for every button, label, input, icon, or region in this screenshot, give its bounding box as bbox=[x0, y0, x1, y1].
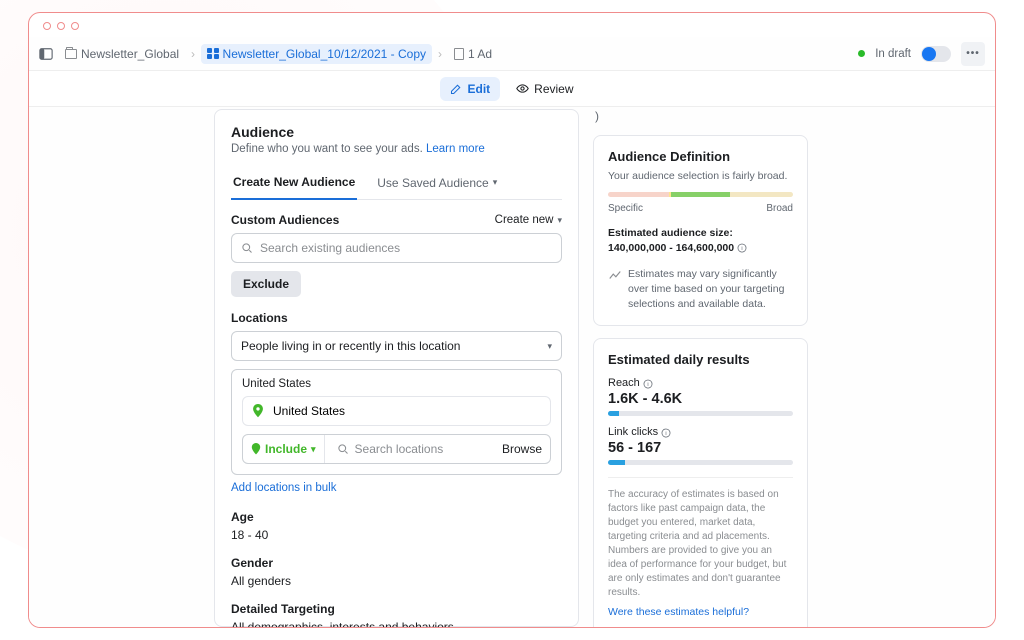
audience-subtitle: Define who you want to see your ads. Lea… bbox=[231, 143, 562, 155]
chevron-down-icon: ▾ bbox=[493, 177, 498, 188]
more-menu-button[interactable]: ••• bbox=[961, 42, 985, 66]
edit-mode-button[interactable]: Edit bbox=[440, 77, 500, 101]
age-value: 18 - 40 bbox=[231, 528, 562, 542]
scale-broad: Broad bbox=[766, 203, 793, 214]
tab-create-new-audience[interactable]: Create New Audience bbox=[231, 169, 357, 200]
breadcrumb-ad[interactable]: 1 Ad bbox=[448, 44, 498, 64]
map-pin-icon bbox=[251, 443, 261, 455]
results-title: Estimated daily results bbox=[608, 352, 793, 367]
app-window: Newsletter_Global › Newsletter_Global_10… bbox=[28, 12, 996, 628]
info-icon[interactable]: i bbox=[737, 243, 747, 253]
reach-label: Reach bbox=[608, 377, 640, 389]
size-value: 140,000,000 - 164,600,000 bbox=[608, 242, 734, 254]
info-icon[interactable]: i bbox=[661, 428, 671, 438]
custom-audiences-label: Custom Audiences bbox=[231, 213, 339, 227]
breadcrumb-adset[interactable]: Newsletter_Global_10/12/2021 - Copy bbox=[201, 44, 432, 64]
window-controls bbox=[29, 13, 995, 37]
create-new-audience-button[interactable]: Create new▾ bbox=[495, 214, 562, 226]
publish-toggle[interactable] bbox=[921, 46, 951, 62]
detailed-targeting-label: Detailed Targeting bbox=[231, 602, 562, 616]
panel-toggle-icon[interactable] bbox=[39, 47, 53, 61]
chevron-down-icon: ▾ bbox=[557, 215, 562, 226]
breadcrumb-campaign-label: Newsletter_Global bbox=[81, 47, 179, 61]
audience-card: Audience Define who you want to see your… bbox=[214, 109, 579, 627]
location-chip-label: United States bbox=[273, 404, 345, 418]
include-dropdown[interactable]: Include ▾ bbox=[243, 435, 325, 463]
trend-icon bbox=[608, 268, 622, 282]
svg-text:i: i bbox=[666, 430, 667, 436]
reach-value: 1.6K - 4.6K bbox=[608, 391, 793, 407]
learn-more-link[interactable]: Learn more bbox=[426, 143, 485, 155]
pencil-icon bbox=[450, 83, 462, 95]
location-search-input[interactable]: Search locations bbox=[333, 435, 494, 463]
audience-title: Audience bbox=[231, 124, 562, 140]
location-search-row: Include ▾ Search locations Browse bbox=[242, 434, 551, 464]
chevron-right-icon: › bbox=[191, 47, 195, 61]
location-type-value: People living in or recently in this loc… bbox=[241, 339, 460, 353]
browse-locations-button[interactable]: Browse bbox=[502, 442, 542, 456]
age-label: Age bbox=[231, 510, 562, 524]
status-indicator-icon bbox=[858, 50, 865, 57]
definition-title: Audience Definition bbox=[608, 149, 793, 164]
location-chip-united-states[interactable]: United States bbox=[242, 396, 551, 426]
map-pin-icon bbox=[251, 404, 265, 418]
definition-note: Estimates may vary significantly over ti… bbox=[628, 267, 793, 311]
eye-icon bbox=[516, 82, 529, 95]
breadcrumb-bar: Newsletter_Global › Newsletter_Global_10… bbox=[29, 37, 995, 71]
chevron-down-icon: ▾ bbox=[311, 444, 316, 455]
gender-label: Gender bbox=[231, 556, 562, 570]
clicks-label: Link clicks bbox=[608, 426, 658, 438]
info-icon[interactable]: i bbox=[643, 379, 653, 389]
custom-audience-search-input[interactable]: Search existing audiences bbox=[231, 233, 562, 263]
review-label: Review bbox=[534, 82, 573, 96]
location-country-header: United States bbox=[242, 378, 551, 390]
gender-value: All genders bbox=[231, 574, 562, 588]
locations-box: United States United States Include ▾ Se… bbox=[231, 369, 562, 475]
draft-status-label: In draft bbox=[875, 48, 911, 60]
svg-text:i: i bbox=[647, 381, 648, 387]
search-placeholder: Search existing audiences bbox=[260, 241, 400, 255]
edit-label: Edit bbox=[467, 82, 490, 96]
ad-icon bbox=[454, 48, 464, 60]
audience-definition-card: Audience Definition Your audience select… bbox=[593, 135, 808, 326]
clicks-bar bbox=[608, 460, 793, 465]
stray-paren: ) bbox=[593, 109, 808, 123]
breadcrumb-adset-label: Newsletter_Global_10/12/2021 - Copy bbox=[223, 47, 426, 61]
search-icon bbox=[337, 443, 349, 455]
estimates-helpful-link[interactable]: Were these estimates helpful? bbox=[608, 606, 749, 618]
scale-specific: Specific bbox=[608, 203, 643, 214]
mode-switch-bar: Edit Review bbox=[29, 71, 995, 107]
breadcrumb-ad-label: 1 Ad bbox=[468, 47, 492, 61]
minimize-dot[interactable] bbox=[57, 22, 65, 30]
size-label: Estimated audience size: bbox=[608, 227, 733, 239]
review-mode-button[interactable]: Review bbox=[506, 77, 583, 101]
maximize-dot[interactable] bbox=[71, 22, 79, 30]
search-icon bbox=[241, 242, 253, 254]
results-disclaimer: The accuracy of estimates is based on fa… bbox=[608, 477, 793, 600]
audience-tabs: Create New Audience Use Saved Audience▾ bbox=[231, 169, 562, 200]
chevron-right-icon: › bbox=[438, 47, 442, 61]
breadcrumb-campaign[interactable]: Newsletter_Global bbox=[59, 44, 185, 64]
exclude-button[interactable]: Exclude bbox=[231, 271, 301, 297]
definition-subtitle: Your audience selection is fairly broad. bbox=[608, 170, 793, 182]
chevron-down-icon: ▾ bbox=[547, 341, 552, 352]
folder-icon bbox=[65, 49, 77, 59]
location-type-select[interactable]: People living in or recently in this loc… bbox=[231, 331, 562, 361]
reach-bar bbox=[608, 411, 793, 416]
detailed-targeting-value: All demographics, interests and behavior… bbox=[231, 620, 562, 627]
locations-label: Locations bbox=[231, 311, 562, 325]
estimated-results-card: Estimated daily results Reach i 1.6K - 4… bbox=[593, 338, 808, 627]
add-locations-bulk-link[interactable]: Add locations in bulk bbox=[231, 482, 336, 494]
svg-text:i: i bbox=[741, 246, 742, 252]
tab-use-saved-audience[interactable]: Use Saved Audience▾ bbox=[375, 169, 499, 199]
audience-meter bbox=[608, 192, 793, 197]
clicks-value: 56 - 167 bbox=[608, 440, 793, 456]
adset-icon bbox=[207, 48, 219, 60]
close-dot[interactable] bbox=[43, 22, 51, 30]
